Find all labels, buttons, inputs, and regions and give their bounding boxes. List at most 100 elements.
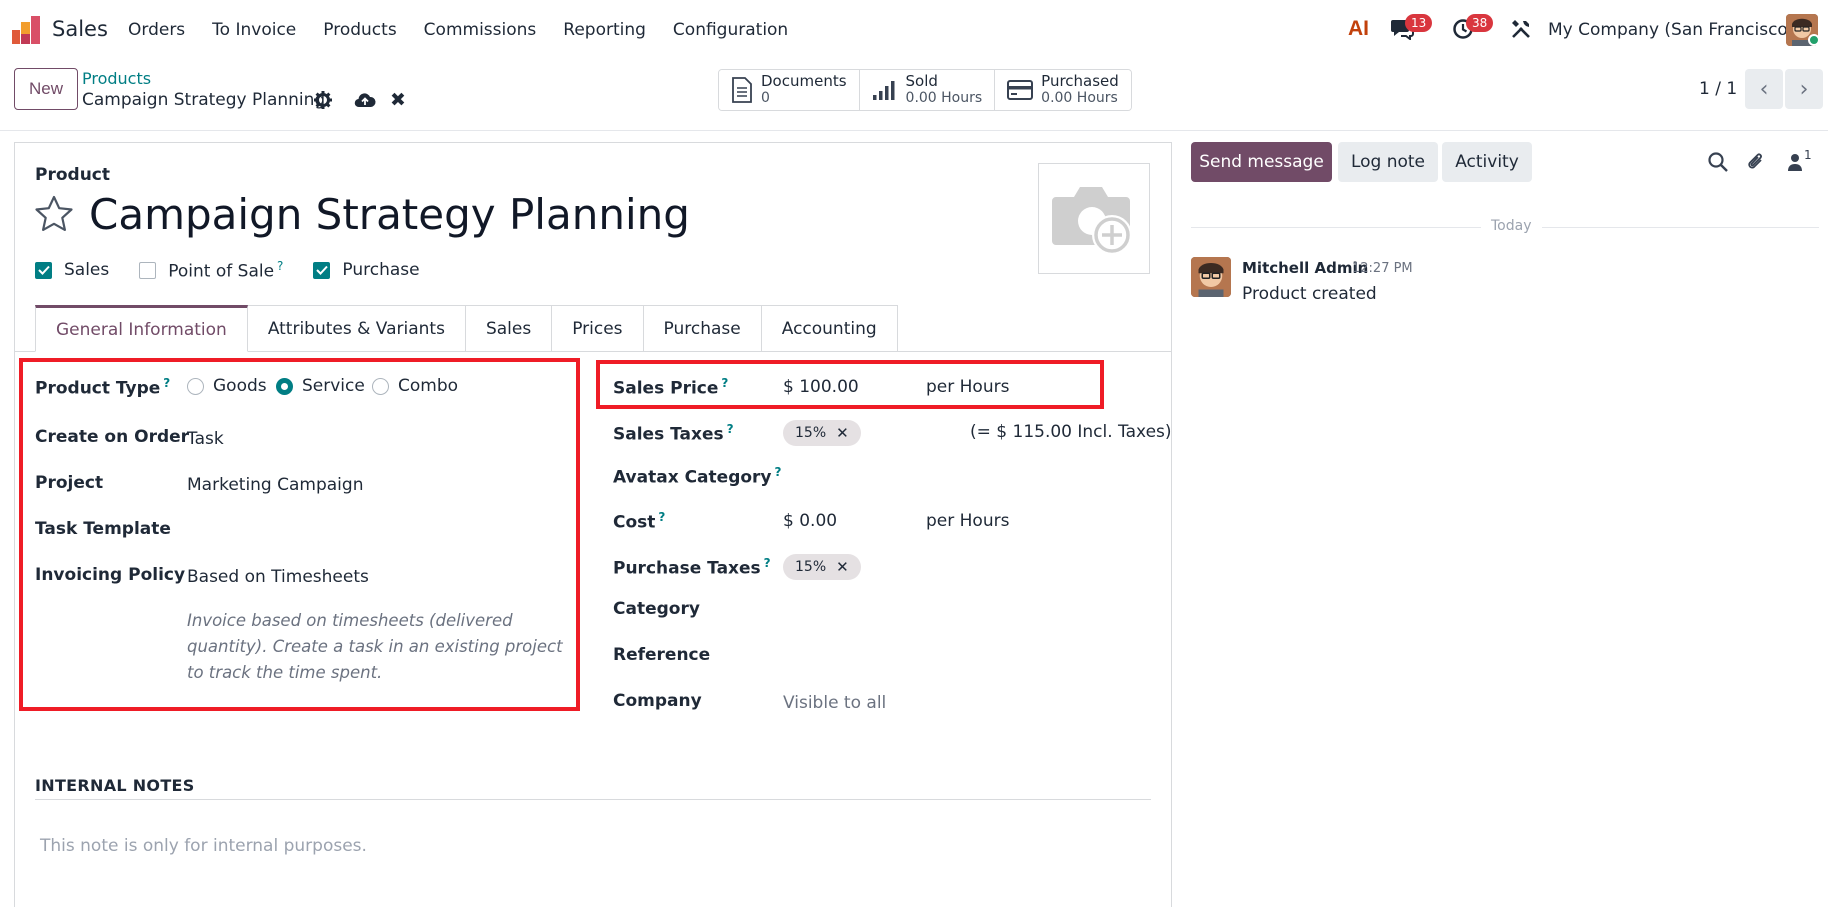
product-name-field[interactable]: Campaign Strategy Planning — [89, 190, 690, 239]
remove-tag-icon[interactable]: ✕ — [836, 424, 849, 442]
new-button[interactable]: New — [14, 68, 78, 110]
tab-purchase[interactable]: Purchase — [643, 305, 762, 352]
control-panel-divider — [0, 130, 1828, 131]
favorite-star-icon[interactable] — [34, 194, 74, 234]
cost-field[interactable]: $ 0.00 — [783, 511, 837, 531]
smart-buttons: Documents 0 Sold 0.00 Hours Purchased 0.… — [718, 69, 1132, 111]
followers-count: 1 — [1804, 148, 1812, 162]
company-label: Company — [613, 691, 702, 711]
debug-tools-icon[interactable] — [1510, 18, 1532, 40]
highlight-box-left — [19, 358, 580, 711]
help-tooltip-icon[interactable]: ? — [775, 465, 782, 479]
gear-icon[interactable] — [314, 91, 332, 109]
smart-button-value: 0 — [761, 90, 770, 106]
breadcrumb-products[interactable]: Products — [82, 69, 151, 88]
sales-tax-tag[interactable]: 15% ✕ — [783, 420, 861, 446]
tab-attributes-variants[interactable]: Attributes & Variants — [247, 305, 466, 352]
pager-value[interactable]: 1 / 1 — [1699, 79, 1737, 99]
avatax-category-label-text: Avatax Category — [613, 467, 772, 488]
chevron-right-icon: › — [1799, 76, 1809, 102]
tab-general-information[interactable]: General Information — [35, 305, 248, 352]
menu-reporting[interactable]: Reporting — [563, 20, 646, 40]
help-tooltip-icon[interactable]: ? — [764, 556, 771, 570]
log-note-button[interactable]: Log note — [1338, 142, 1438, 182]
purchase-checkbox-label: Purchase — [342, 260, 420, 281]
chevron-left-icon: ‹ — [1759, 76, 1769, 102]
top-navbar: Sales Orders To Invoice Products Commiss… — [0, 0, 1828, 60]
tab-prices[interactable]: Prices — [552, 305, 644, 352]
message-author-avatar[interactable] — [1191, 257, 1231, 297]
menu-orders[interactable]: Orders — [128, 20, 185, 40]
document-icon — [732, 77, 752, 103]
category-label: Category — [613, 599, 700, 619]
sales-taxes-incl: (= $ 115.00 Incl. Taxes) — [970, 422, 1172, 442]
menu-to-invoice[interactable]: To Invoice — [212, 20, 296, 40]
tab-sales[interactable]: Sales — [465, 305, 553, 352]
purchase-taxes-label-text: Purchase Taxes — [613, 558, 761, 579]
pager-previous-button[interactable]: ‹ — [1745, 69, 1783, 109]
check-icon — [316, 266, 328, 276]
tag-label: 15% — [795, 559, 827, 575]
notebook-tabs: General Information Attributes & Variant… — [35, 305, 898, 352]
activities-badge: 38 — [1466, 14, 1494, 32]
smart-button-sold[interactable]: Sold 0.00 Hours — [859, 70, 996, 110]
app-name[interactable]: Sales — [52, 17, 108, 41]
ai-icon[interactable]: AI — [1348, 17, 1369, 41]
bar-chart-icon — [872, 81, 895, 100]
today-separator-label: Today — [1481, 218, 1542, 234]
online-status-indicator — [1808, 34, 1820, 46]
point-of-sale-label-wrap: Point of Sale? — [168, 259, 283, 282]
save-cloud-icon[interactable] — [354, 91, 376, 109]
highlight-box-sales-price — [596, 360, 1104, 409]
purchase-taxes-label: Purchase Taxes? — [613, 556, 771, 579]
sales-app-icon[interactable] — [12, 16, 42, 44]
internal-notes-title: INTERNAL NOTES — [35, 776, 195, 795]
tab-accounting[interactable]: Accounting — [761, 305, 898, 352]
activity-button[interactable]: Activity — [1442, 142, 1532, 182]
paperclip-icon[interactable] — [1745, 151, 1767, 173]
company-switcher[interactable]: My Company (San Francisco) — [1548, 20, 1794, 40]
avatax-category-label: Avatax Category? — [613, 465, 781, 488]
menu-configuration[interactable]: Configuration — [673, 20, 788, 40]
help-tooltip-icon[interactable]: ? — [727, 422, 734, 436]
camera-add-icon — [1052, 186, 1132, 255]
menu-products[interactable]: Products — [323, 20, 396, 40]
help-tooltip-icon[interactable]: ? — [658, 510, 665, 524]
remove-tag-icon[interactable]: ✕ — [836, 558, 849, 576]
messages-badge: 13 — [1405, 14, 1433, 32]
internal-notes-field[interactable]: This note is only for internal purposes. — [40, 836, 367, 856]
check-icon — [37, 266, 50, 276]
sales-checkbox[interactable] — [35, 261, 52, 279]
point-of-sale-checkbox-label: Point of Sale — [168, 261, 275, 282]
search-icon[interactable] — [1707, 151, 1729, 173]
tag-label: 15% — [795, 425, 827, 441]
discard-icon[interactable]: ✖ — [390, 91, 406, 110]
menu-commissions[interactable]: Commissions — [424, 20, 537, 40]
sales-taxes-label-text: Sales Taxes — [613, 424, 724, 445]
cost-label-text: Cost — [613, 512, 656, 533]
point-of-sale-checkbox[interactable] — [139, 261, 157, 279]
purchase-tax-tag[interactable]: 15% ✕ — [783, 554, 861, 580]
reference-label: Reference — [613, 645, 711, 665]
message-time: 12:27 PM — [1352, 261, 1413, 276]
product-label: Product — [35, 165, 110, 185]
sales-checkbox-label: Sales — [64, 260, 110, 281]
message-author[interactable]: Mitchell Admin — [1242, 259, 1368, 277]
message-body: Product created — [1242, 284, 1377, 304]
help-tooltip-icon[interactable]: ? — [277, 259, 283, 273]
credit-card-icon — [1007, 80, 1034, 100]
pager-next-button[interactable]: › — [1785, 69, 1823, 109]
smart-button-value: 0.00 Hours — [1041, 90, 1118, 106]
smart-button-label: Documents — [761, 72, 847, 90]
internal-notes-divider — [35, 799, 1151, 800]
cost-unit: per Hours — [926, 511, 1010, 531]
cost-label: Cost? — [613, 510, 665, 533]
smart-button-purchased[interactable]: Purchased 0.00 Hours — [995, 70, 1131, 110]
purchase-checkbox[interactable] — [313, 261, 331, 279]
send-message-button[interactable]: Send message — [1191, 142, 1332, 182]
smart-button-value: 0.00 Hours — [905, 90, 983, 106]
main-menu: Orders To Invoice Products Commissions R… — [128, 20, 815, 40]
product-image-upload[interactable] — [1038, 163, 1150, 274]
company-field[interactable]: Visible to all — [783, 693, 886, 713]
smart-button-documents[interactable]: Documents 0 — [719, 70, 860, 110]
